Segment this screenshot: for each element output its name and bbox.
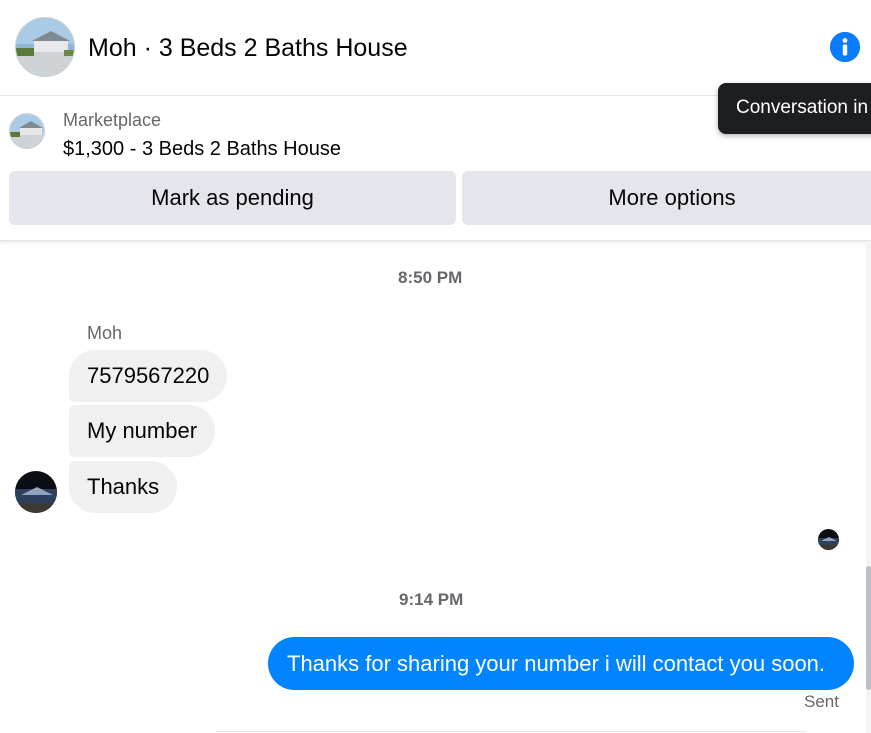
listing-thumbnail[interactable] <box>9 113 45 149</box>
divider <box>216 731 806 732</box>
mark-as-pending-button[interactable]: Mark as pending <box>9 171 456 225</box>
listing-title[interactable]: $1,300 - 3 Beds 2 Baths House <box>63 138 341 161</box>
listing-avatar[interactable] <box>15 17 75 77</box>
conversation-header: Moh · 3 Beds 2 Baths House <box>0 0 871 96</box>
marketplace-label: Marketplace <box>63 110 162 130</box>
incoming-message[interactable]: My number <box>69 405 216 457</box>
conversation-info-tooltip: Conversation in <box>718 83 871 134</box>
timestamp: 9:14 PM <box>399 590 464 609</box>
incoming-message[interactable]: Thanks <box>69 461 178 513</box>
sender-name: Moh <box>87 323 123 343</box>
more-options-button[interactable]: More options <box>462 171 871 225</box>
info-button[interactable] <box>830 32 860 62</box>
timestamp: 8:50 PM <box>398 268 463 287</box>
info-icon <box>830 32 860 62</box>
conversation-title: Moh · 3 Beds 2 Baths House <box>88 34 408 62</box>
sender-avatar[interactable] <box>15 471 57 513</box>
outgoing-message[interactable]: Thanks for sharing your number i will co… <box>268 637 854 690</box>
read-receipt-avatar <box>818 529 839 550</box>
message-status: Sent <box>804 692 839 711</box>
scrollbar-thumb[interactable] <box>866 566 871 690</box>
incoming-message[interactable]: 7579567220 <box>69 350 228 402</box>
